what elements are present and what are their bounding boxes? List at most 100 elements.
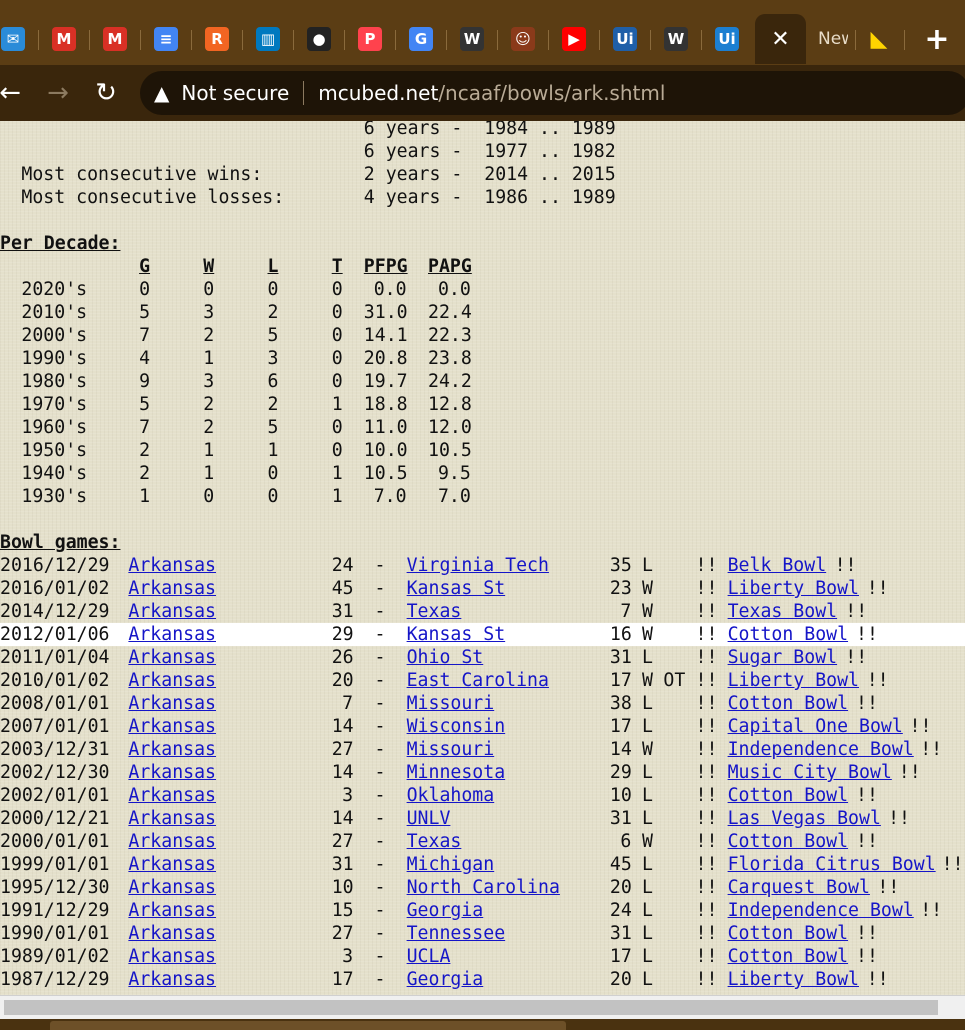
security-label[interactable]: Not secure (181, 81, 289, 105)
decade-value: 1 (331, 463, 343, 485)
forward-button[interactable]: → (42, 77, 74, 109)
team-link[interactable]: Arkansas (128, 646, 216, 669)
decade-value: 0 (267, 463, 279, 485)
bowl-link[interactable]: Cotton Bowl (728, 830, 848, 853)
team-link[interactable]: Arkansas (128, 715, 216, 738)
team-link[interactable]: Arkansas (128, 577, 216, 600)
bowl-game-row: 1989/01/02 Arkansas 3- UCLA 17 L!! Cotton Bowl… (0, 945, 965, 968)
opponent-link[interactable]: Missouri (407, 692, 495, 715)
opponent-link[interactable]: North Carolina (407, 876, 560, 899)
bowl-link[interactable]: Cotton Bowl (728, 692, 848, 715)
decade-label: 2000's (21, 325, 88, 347)
team-link[interactable]: Arkansas (128, 899, 216, 922)
browser-tab[interactable]: R (192, 14, 242, 64)
bowl-link[interactable]: Las Vegas Bowl (728, 807, 881, 830)
bowl-link[interactable]: Carquest Bowl (728, 876, 870, 899)
browser-tab[interactable]: W (651, 14, 701, 64)
team-link[interactable]: Arkansas (128, 968, 216, 991)
opponent-link[interactable]: Michigan (407, 853, 495, 876)
opponent-link[interactable]: Tennessee (407, 922, 506, 945)
browser-tab[interactable]: M (90, 14, 140, 64)
url-host[interactable]: mcubed.net (318, 81, 438, 105)
opponent-score: 17 (609, 670, 632, 692)
bowl-link[interactable]: Liberty Bowl (728, 968, 859, 991)
decade-value: 5 (267, 325, 279, 347)
bowl-link[interactable]: Music City Bowl (728, 761, 892, 784)
bowl-link[interactable]: Cotton Bowl (728, 922, 848, 945)
bowl-link[interactable]: Capital One Bowl (728, 715, 903, 738)
opponent-link[interactable]: Virginia Tech (407, 554, 549, 577)
opponent-link[interactable]: Minnesota (407, 761, 506, 784)
score-separator: - (374, 969, 386, 991)
opponent-link[interactable]: Ohio St (407, 646, 484, 669)
browser-tab[interactable]: ● (294, 14, 344, 64)
team-link[interactable]: Arkansas (128, 807, 216, 830)
decade-value: 0.0 (373, 279, 407, 301)
bowl-link[interactable]: Independence Bowl (728, 899, 914, 922)
horizontal-scrollbar[interactable] (0, 995, 965, 1019)
active-tab[interactable]: ✕ (755, 14, 806, 64)
tab-separator (242, 30, 243, 50)
opponent-link[interactable]: Texas (407, 830, 462, 853)
address-bar[interactable]: ▲ Not secure mcubed.net/ncaaf/bowls/ark.… (140, 71, 965, 115)
bowl-link[interactable]: Belk Bowl (728, 554, 827, 577)
bowl-link[interactable]: Florida Citrus Bowl (728, 853, 936, 876)
team-link[interactable]: Arkansas (128, 669, 216, 692)
browser-tab[interactable]: ☺ (498, 14, 548, 64)
browser-tab[interactable]: P (345, 14, 395, 64)
browser-tab[interactable]: ≡ (141, 14, 191, 64)
scrollbar-thumb[interactable] (4, 1000, 938, 1015)
bowl-game-row: 2007/01/01 Arkansas 14- Wisconsin 17 L!! Capit… (0, 715, 965, 738)
team-link[interactable]: Arkansas (128, 600, 216, 623)
opponent-link[interactable]: Missouri (407, 738, 495, 761)
bowl-link[interactable]: Sugar Bowl (728, 646, 838, 669)
tab-separator (293, 30, 294, 50)
browser-tab[interactable]: G (396, 14, 446, 64)
team-link[interactable]: Arkansas (128, 784, 216, 807)
bowl-link[interactable]: Cotton Bowl (728, 623, 848, 646)
team-link[interactable]: Arkansas (128, 761, 216, 784)
opponent-link[interactable]: Kansas St (407, 577, 506, 600)
team-link[interactable]: Arkansas (128, 876, 216, 899)
url-path[interactable]: /ncaaf/bowls/ark.shtml (438, 81, 665, 105)
game-date: 2010/01/02 (0, 670, 110, 692)
team-link[interactable]: Arkansas (128, 623, 216, 646)
browser-tab[interactable]: ✉ (0, 14, 38, 64)
browser-tab[interactable]: ◣ (856, 14, 902, 64)
back-button[interactable]: ← (0, 77, 26, 109)
bowl-link[interactable]: Liberty Bowl (728, 669, 859, 692)
team-link[interactable]: Arkansas (128, 922, 216, 945)
opponent-link[interactable]: UNLV (407, 807, 451, 830)
browser-tab[interactable]: ▶ (549, 14, 599, 64)
team-link[interactable]: Arkansas (128, 830, 216, 853)
bowl-link[interactable]: Cotton Bowl (728, 784, 848, 807)
opponent-link[interactable]: East Carolina (407, 669, 549, 692)
browser-tab[interactable]: Ui (600, 14, 650, 64)
new-tab-page-tab[interactable]: New Tab (812, 14, 854, 64)
opponent-link[interactable]: Georgia (407, 968, 484, 991)
bowl-link[interactable]: Texas Bowl (728, 600, 838, 623)
opponent-link[interactable]: Wisconsin (407, 715, 506, 738)
bowl-link[interactable]: Independence Bowl (728, 738, 914, 761)
opponent-link[interactable]: Oklahoma (407, 784, 495, 807)
browser-tab[interactable]: W (447, 14, 497, 64)
bowl-link[interactable]: Liberty Bowl (728, 577, 859, 600)
warning-icon[interactable]: ▲ (154, 81, 169, 105)
team-link[interactable]: Arkansas (128, 692, 216, 715)
team-link[interactable]: Arkansas (128, 738, 216, 761)
browser-tab[interactable]: M (39, 14, 89, 64)
browser-tab[interactable]: ▥ (243, 14, 293, 64)
opponent-link[interactable]: Kansas St (407, 623, 506, 646)
close-icon[interactable]: ✕ (771, 27, 789, 52)
new-tab-button[interactable]: + (912, 14, 962, 64)
decade-label: 1960's (21, 417, 88, 439)
team-link[interactable]: Arkansas (128, 554, 216, 577)
opponent-link[interactable]: Georgia (407, 899, 484, 922)
team-link[interactable]: Arkansas (128, 945, 216, 968)
opponent-link[interactable]: Texas (407, 600, 462, 623)
team-link[interactable]: Arkansas (128, 853, 216, 876)
opponent-link[interactable]: UCLA (407, 945, 451, 968)
browser-tab[interactable]: Ui (702, 14, 752, 64)
bowl-link[interactable]: Cotton Bowl (728, 945, 848, 968)
reload-button[interactable]: ↻ (90, 77, 122, 109)
